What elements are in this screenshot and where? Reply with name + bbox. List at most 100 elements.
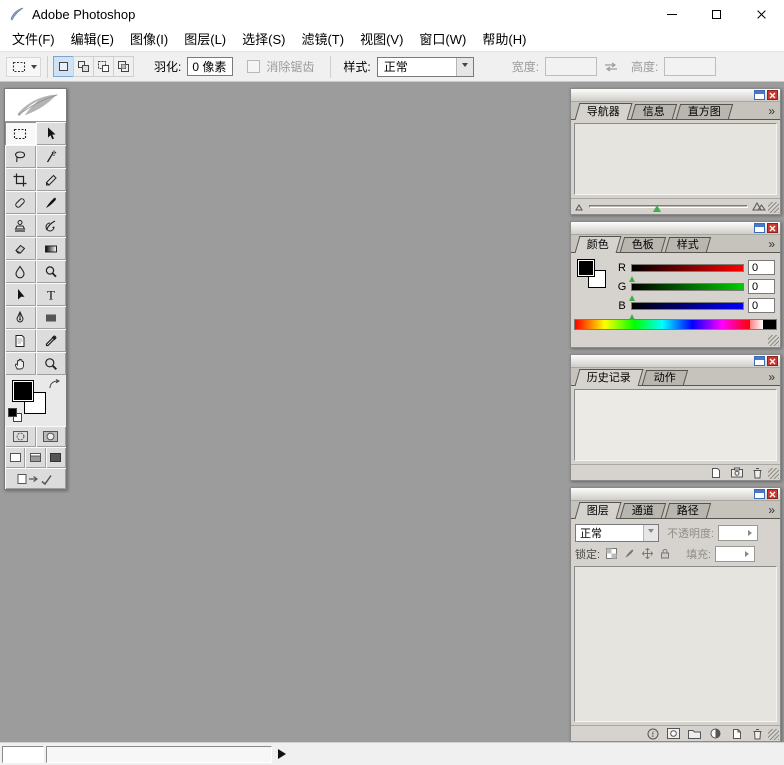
panel-minimize-icon[interactable] [754,356,765,366]
tool-clone-stamp[interactable] [5,214,36,237]
tool-preset-picker[interactable] [6,56,41,77]
foreground-color-swatch[interactable] [12,380,34,402]
opacity-popup-icon[interactable] [748,529,755,536]
tool-rectangular-marquee[interactable] [5,122,36,145]
tab-channels[interactable]: 通道 [619,503,667,518]
panel-minimize-icon[interactable] [754,489,765,499]
quick-mask-mode-button[interactable] [35,426,66,447]
intersect-selection-button[interactable] [113,56,134,77]
antialias-checkbox[interactable] [247,60,261,73]
history-list[interactable] [574,389,777,461]
panel-resize-grip[interactable] [768,335,779,346]
tool-eyedropper[interactable] [35,329,66,352]
tool-healing-brush[interactable] [5,191,36,214]
menu-item-layer[interactable]: 图层(L) [176,28,234,52]
menu-item-help[interactable]: 帮助(H) [474,28,534,52]
menu-item-filter[interactable]: 滤镜(T) [293,28,352,52]
tool-pen[interactable] [5,306,36,329]
panel-close-icon[interactable] [767,356,778,366]
menu-item-file[interactable]: 文件(F) [4,28,63,52]
maximize-button[interactable] [694,0,739,28]
panel-close-icon[interactable] [767,489,778,499]
tool-notes[interactable] [5,329,36,352]
zoom-slider-thumb[interactable] [652,201,661,212]
tab-actions[interactable]: 动作 [641,370,689,385]
tool-eraser[interactable] [5,237,36,260]
tool-rectangle[interactable] [35,306,66,329]
tool-slice[interactable] [35,168,66,191]
panel-menu-icon[interactable]: » [768,236,775,252]
lock-all-icon[interactable] [658,547,672,561]
tab-layers[interactable]: 图层 [574,502,622,519]
tab-styles[interactable]: 样式 [664,237,712,252]
new-document-from-state-icon[interactable] [707,466,724,479]
add-mask-icon[interactable] [665,727,682,740]
panel-menu-icon[interactable]: » [768,103,775,119]
close-button[interactable] [739,0,784,28]
menu-item-image[interactable]: 图像(I) [122,28,176,52]
panel-resize-grip[interactable] [768,729,779,740]
tool-zoom[interactable] [35,352,66,375]
panel-minimize-icon[interactable] [754,223,765,233]
blend-mode-dropdown[interactable]: 正常 [575,523,659,542]
panel-minimize-icon[interactable] [754,90,765,100]
adobe-feather-logo[interactable] [5,89,66,122]
zoom-out-icon[interactable] [575,200,585,214]
new-layer-icon[interactable] [728,727,745,740]
delete-layer-icon[interactable] [749,727,766,740]
tool-type[interactable]: T [35,283,66,306]
fill-input[interactable] [715,545,756,562]
layer-effects-icon[interactable]: f [644,727,661,740]
style-dropdown[interactable]: 正常 [376,56,474,77]
panel-close-icon[interactable] [767,90,778,100]
blue-value-input[interactable]: 0 [748,298,775,313]
tool-hand[interactable] [5,352,36,375]
menu-item-select[interactable]: 选择(S) [234,28,293,52]
tool-lasso[interactable] [5,145,36,168]
panel-menu-icon[interactable]: » [768,369,775,385]
tab-history[interactable]: 历史记录 [574,369,644,386]
tool-history-brush[interactable] [35,214,66,237]
subtract-from-selection-button[interactable] [93,56,114,77]
tool-gradient[interactable] [35,237,66,260]
tool-crop[interactable] [5,168,36,191]
red-slider[interactable] [629,263,744,282]
tab-histogram[interactable]: 直方图 [675,104,734,119]
swap-colors-icon[interactable] [48,379,61,394]
swap-dimensions-icon[interactable] [603,61,619,73]
red-value-input[interactable]: 0 [748,260,775,275]
panel-resize-grip[interactable] [768,468,779,479]
tab-color[interactable]: 颜色 [574,236,622,253]
default-colors-icon[interactable] [8,408,22,422]
style-dropdown-button[interactable] [455,57,473,76]
navigator-zoom-slider[interactable] [589,205,748,212]
new-selection-button[interactable] [53,56,74,77]
add-to-selection-button[interactable] [73,56,94,77]
new-group-icon[interactable] [686,727,703,740]
fullscreen-mode-button[interactable] [45,447,66,468]
width-input[interactable] [545,57,598,76]
blue-slider[interactable] [629,301,744,320]
tool-magic-wand[interactable] [35,145,66,168]
layers-list[interactable] [574,566,777,722]
standard-mode-button[interactable] [5,426,36,447]
fill-popup-icon[interactable] [745,550,752,557]
tab-navigator[interactable]: 导航器 [574,103,633,120]
height-input[interactable] [664,57,717,76]
menu-item-window[interactable]: 窗口(W) [411,28,474,52]
blend-mode-dropdown-button[interactable] [643,524,658,541]
status-menu-arrow-icon[interactable] [278,749,291,759]
delete-icon[interactable] [749,466,766,479]
tab-paths[interactable]: 路径 [664,503,712,518]
color-panel-swatches[interactable] [576,258,609,291]
tool-blur[interactable] [5,260,36,283]
menu-item-view[interactable]: 视图(V) [352,28,411,52]
green-slider-thumb[interactable] [629,292,635,301]
color-spectrum-ramp[interactable] [574,319,777,330]
red-slider-thumb[interactable] [629,273,635,282]
tab-swatches[interactable]: 色板 [619,237,667,252]
feather-input[interactable]: 0 像素 [187,57,234,76]
zoom-in-icon[interactable] [752,200,766,214]
lock-position-icon[interactable] [640,547,654,561]
opacity-input[interactable] [718,524,759,541]
